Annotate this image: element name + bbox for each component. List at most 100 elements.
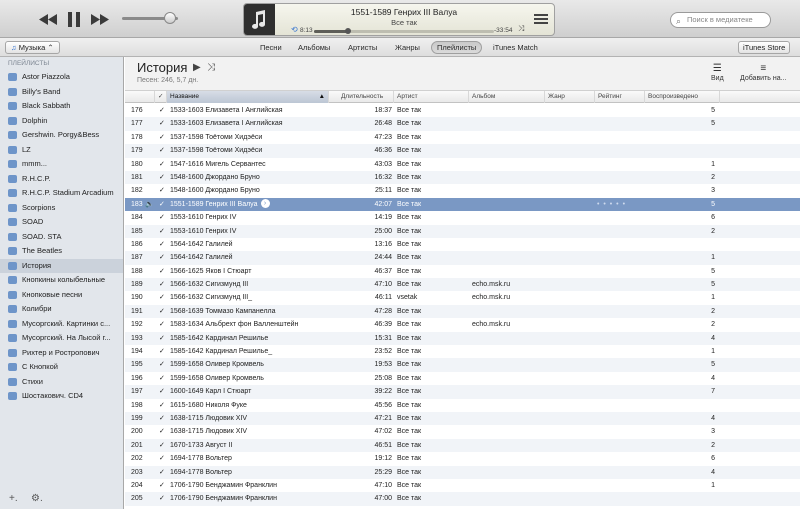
add-playlist-button[interactable]: +.: [9, 493, 18, 504]
go-arrow-icon[interactable]: ›: [260, 199, 270, 209]
column-header-album[interactable]: Альбом: [469, 91, 545, 103]
add-to-button[interactable]: ≡ Добавить на...: [740, 63, 786, 82]
table-row[interactable]: 192 ✓ 1583-1634 Альбрехт фон Валленштейн 46…: [125, 318, 800, 331]
table-row[interactable]: 201 ✓ 1670-1733 Август II 46:51 Все так 2: [125, 438, 800, 453]
album-art[interactable]: [244, 4, 275, 35]
sidebar-playlist-item[interactable]: Рихтер и Ростропович: [0, 346, 123, 360]
row-checkbox[interactable]: ✓: [159, 198, 167, 211]
row-checkbox[interactable]: ✓: [159, 291, 167, 304]
sidebar-playlist-item[interactable]: Шостакович. CD4: [0, 389, 123, 403]
row-checkbox[interactable]: ✓: [159, 238, 167, 251]
progress-bar[interactable]: [314, 30, 494, 33]
search-input[interactable]: ⌕ Поиск в медиатеке: [670, 12, 771, 28]
table-row[interactable]: 187 ✓ 1564-1642 Галилей 24:44 Все так 1: [125, 251, 800, 265]
table-row[interactable]: 188 ✓ 1566-1625 Яков I Стюарт 46:37 Все так 5: [125, 265, 800, 278]
up-next-list-icon[interactable]: [534, 14, 548, 26]
table-row[interactable]: 202 ✓ 1694-1778 Вольтер 19:12 Все так 6: [125, 452, 800, 465]
row-checkbox[interactable]: ✓: [159, 117, 167, 130]
table-row[interactable]: 176 ✓ 1533-1603 Елизавета I Английская 18:3…: [125, 104, 800, 117]
sidebar-playlist-item[interactable]: The Beatles: [0, 244, 123, 258]
sidebar-playlist-item[interactable]: R.H.C.P.: [0, 172, 123, 186]
sidebar-playlist-item[interactable]: SOAD: [0, 215, 123, 229]
table-row[interactable]: 181 ✓ 1548-1600 Джордано Бруно 16:32 Все так…: [125, 170, 800, 185]
rating-dots[interactable]: • • • • •: [597, 198, 647, 211]
row-checkbox[interactable]: ✓: [159, 385, 167, 398]
sidebar-playlist-item[interactable]: Стихи: [0, 375, 123, 389]
repeat-icon[interactable]: ⟲: [291, 25, 298, 34]
sidebar-playlist-item[interactable]: mmm...: [0, 157, 123, 171]
table-row[interactable]: 196 ✓ 1599-1658 Оливер Кромвель 25:08 Все та…: [125, 372, 800, 385]
sidebar-playlist-item[interactable]: Scorpions: [0, 201, 123, 215]
table-row[interactable]: 189 ✓ 1566-1632 Сигизмунд III 47:10 Все так e…: [125, 278, 800, 292]
table-row[interactable]: 177 ✓ 1533-1603 Елизавета I Английская 26:4…: [125, 117, 800, 131]
sidebar-playlist-item[interactable]: Кнопковые песни: [0, 288, 123, 302]
row-checkbox[interactable]: ✓: [159, 104, 167, 117]
table-row[interactable]: 179 ✓ 1537-1598 Тоётоми Хидэёси 46:36 Все та…: [125, 144, 800, 158]
table-row[interactable]: 182 ✓ 1548-1600 Джордано Бруно 25:11 Все так…: [125, 184, 800, 197]
row-checkbox[interactable]: ✓: [159, 492, 167, 505]
table-row[interactable]: 203 ✓ 1694-1778 Вольтер 25:29 Все так 4: [125, 465, 800, 479]
row-checkbox[interactable]: ✓: [159, 144, 167, 157]
play-icon[interactable]: ▶: [193, 62, 201, 73]
row-checkbox[interactable]: ✓: [159, 211, 167, 224]
table-row[interactable]: 194 ✓ 1585-1642 Кардинал Решилье_ 23:52 Все …: [125, 345, 800, 358]
table-row[interactable]: 190 ✓ 1566-1632 Сигизмунд III_ 46:11 vsetak e…: [125, 291, 800, 304]
table-row[interactable]: 184 ✓ 1553-1610 Генрих IV 14:19 Все так 6: [125, 211, 800, 224]
sidebar-playlist-item[interactable]: Gershwin. Porgy&Bess: [0, 128, 123, 142]
row-checkbox[interactable]: ✓: [159, 158, 167, 171]
row-checkbox[interactable]: ✓: [159, 479, 167, 492]
row-checkbox[interactable]: ✓: [159, 332, 167, 345]
column-header-name[interactable]: Название ▲: [167, 91, 329, 103]
library-selector[interactable]: ♫ Музыка ⌃: [5, 41, 60, 54]
sidebar-playlist-item[interactable]: Black Sabbath: [0, 99, 123, 113]
column-header-number[interactable]: [125, 91, 155, 103]
table-row[interactable]: 195 ✓ 1599-1658 Оливер Кромвель 19:53 Все та…: [125, 358, 800, 372]
sidebar-playlist-item[interactable]: Мусоргский. На Лысой г...: [0, 331, 123, 345]
table-row[interactable]: 204 ✓ 1706-1790 Бенджамин Франклин 47:10 Все…: [125, 479, 800, 492]
sidebar-playlist-item[interactable]: Astor Piazzola: [0, 70, 123, 84]
shuffle-icon[interactable]: ⤨: [518, 24, 524, 34]
pause-button[interactable]: [66, 10, 82, 28]
table-row[interactable]: 199 ✓ 1638-1715 Людовик XIV 47:21 Все так 4: [125, 411, 800, 426]
column-header-plays[interactable]: Воспроизведено: [645, 91, 720, 103]
row-checkbox[interactable]: ✓: [159, 345, 167, 358]
column-header-artist[interactable]: Артист: [394, 91, 469, 103]
itunes-store-button[interactable]: iTunes Store: [738, 41, 791, 54]
sidebar-playlist-item[interactable]: Billy's Band: [0, 85, 123, 99]
row-checkbox[interactable]: ✓: [159, 305, 167, 318]
tab-itunes-match[interactable]: iTunes Match: [488, 41, 543, 54]
table-row-now-playing[interactable]: 183 🔈 ✓ 1551-1589 Генрих III Валуа › 42:07 Все…: [125, 197, 800, 212]
column-header-check[interactable]: ✓: [155, 91, 167, 103]
tab-genres[interactable]: Жанры: [390, 41, 425, 54]
row-checkbox[interactable]: ✓: [159, 439, 167, 452]
volume-knob[interactable]: [163, 12, 176, 24]
sidebar-playlist-item[interactable]: LZ: [0, 143, 123, 157]
table-row[interactable]: 178 ✓ 1537-1598 Тоётоми Хидэёси 47:23 Все та…: [125, 131, 800, 144]
table-row[interactable]: 191 ✓ 1568-1639 Томмазо Кампанелла 47:28 Все…: [125, 304, 800, 319]
row-checkbox[interactable]: ✓: [159, 184, 167, 197]
view-button[interactable]: ☰ Вид: [711, 63, 724, 82]
sidebar-playlist-item[interactable]: История: [0, 258, 123, 273]
row-checkbox[interactable]: ✓: [159, 452, 167, 465]
tab-playlists[interactable]: Плейлисты: [431, 41, 483, 54]
shuffle-icon[interactable]: ⤨: [207, 62, 215, 73]
table-row[interactable]: 198 ✓ 1615-1680 Николя Фуке 45:56 Все так: [125, 399, 800, 412]
row-checkbox[interactable]: ✓: [159, 412, 167, 425]
rewind-button[interactable]: [38, 12, 58, 26]
sidebar-playlist-item[interactable]: SOAD. STA: [0, 230, 123, 244]
progress-knob[interactable]: [345, 28, 352, 34]
row-checkbox[interactable]: ✓: [159, 225, 167, 238]
table-row[interactable]: 185 ✓ 1553-1610 Генрих IV 25:00 Все так 2: [125, 224, 800, 238]
sidebar-playlist-item[interactable]: Кнопкины колыбельные: [0, 273, 123, 287]
row-checkbox[interactable]: ✓: [159, 372, 167, 385]
sidebar-playlist-item[interactable]: Мусоргский. Картинки с...: [0, 317, 123, 331]
sidebar-playlist-item[interactable]: Колибри: [0, 302, 123, 316]
row-checkbox[interactable]: ✓: [159, 466, 167, 479]
column-header-duration[interactable]: Длительность: [329, 91, 394, 103]
row-checkbox[interactable]: ✓: [159, 399, 167, 412]
sidebar-playlist-item[interactable]: R.H.C.P. Stadium Arcadium: [0, 186, 123, 200]
row-checkbox[interactable]: ✓: [159, 425, 167, 438]
tab-artists[interactable]: Артисты: [343, 41, 382, 54]
row-checkbox[interactable]: ✓: [159, 318, 167, 331]
column-header-genre[interactable]: Жанр: [545, 91, 595, 103]
